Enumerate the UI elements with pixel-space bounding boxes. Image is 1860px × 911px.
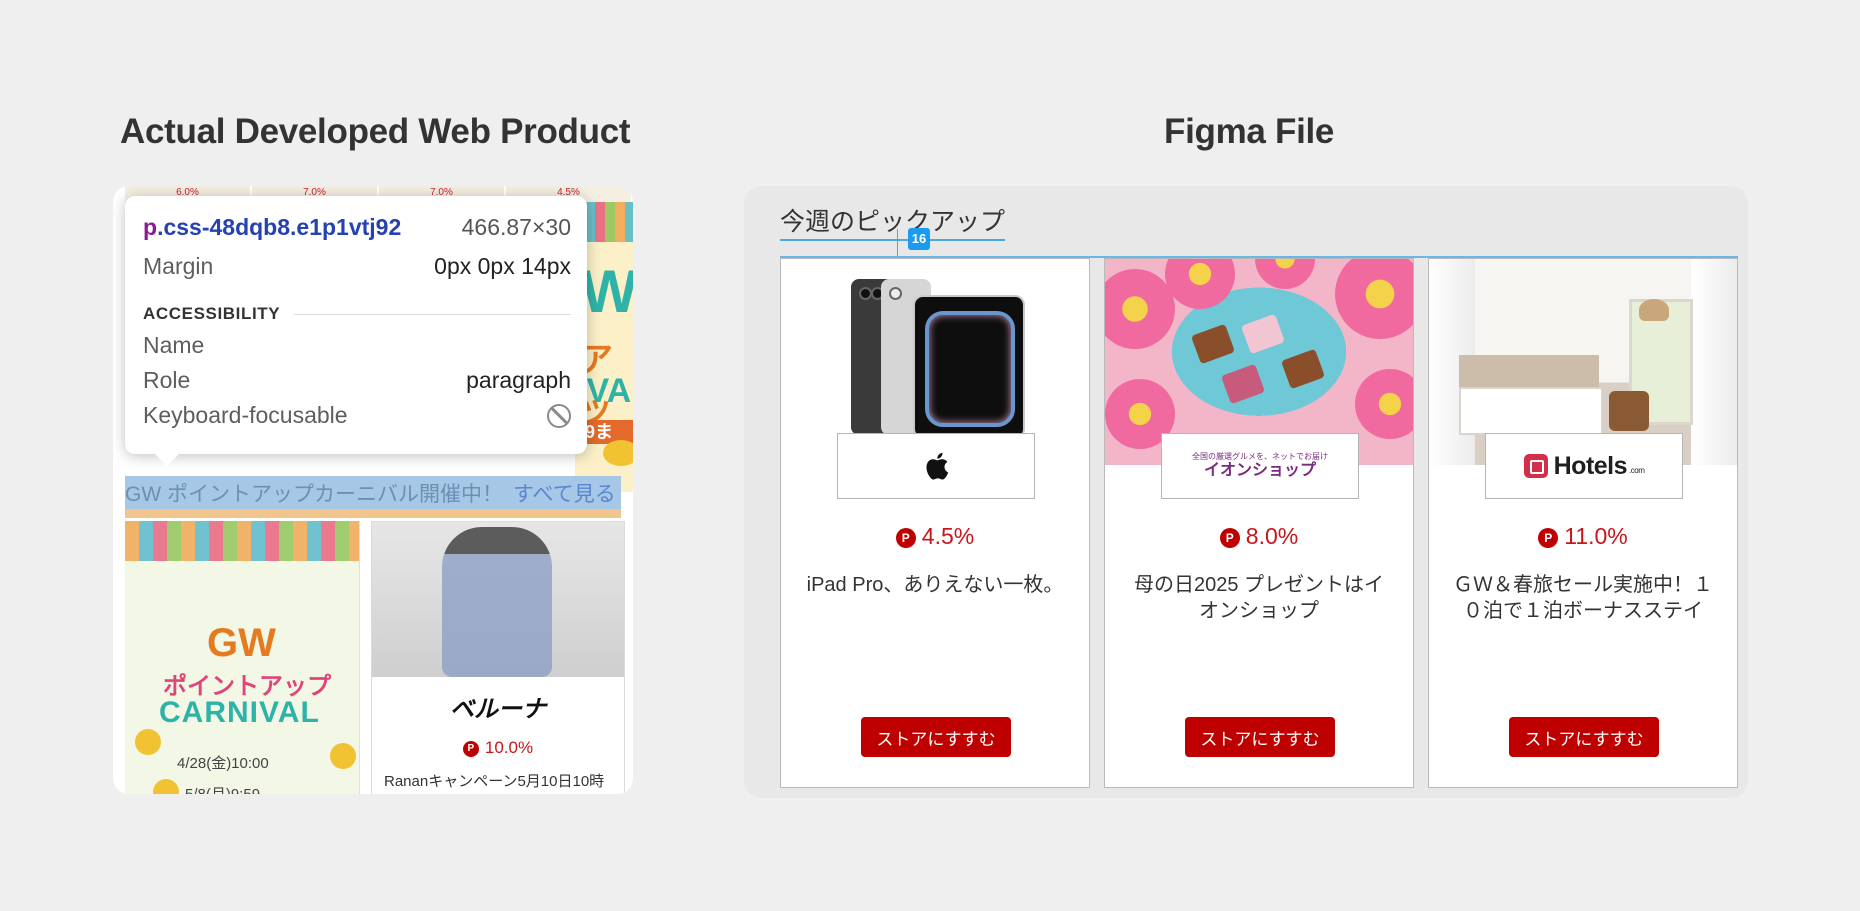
store-description: 母の日2025 プレゼントはイオンショップ [1133, 574, 1385, 622]
accessibility-heading: ACCESSIBILITY [143, 304, 281, 323]
chocolate-decoration [1220, 363, 1266, 405]
element-class: .css-48dqb8.e1p1vtj92 [157, 214, 402, 240]
aeon-shop-logo: 全国の厳選グルメを、ネットでお届け イオンショップ [1192, 451, 1328, 479]
coin-icon [603, 440, 633, 466]
banner-start-date: 4/28(金)10:00 [177, 755, 269, 772]
tooltip-arrow [155, 454, 179, 466]
flower-decoration [1105, 269, 1175, 349]
point-badge-icon: P [895, 527, 916, 548]
point-rate: P 10.0% [372, 738, 624, 758]
store-card-hotels[interactable]: Hotels .com P 11.0% ＧＷ＆春旅セール実施中！１０泊で１泊ボーナ… [1428, 258, 1738, 788]
point-rate-value: 8.0% [1245, 523, 1299, 549]
section-title: 今週のピックアップ [780, 202, 1006, 241]
point-rate: P 4.5% [781, 523, 1089, 550]
store-logo-box: 全国の厳選グルメを、ネットでお届け イオンショップ [1161, 433, 1359, 499]
lamp-decoration [1639, 299, 1669, 321]
see-all-link[interactable]: すべて見る [513, 478, 616, 508]
model-figure [442, 527, 552, 677]
go-to-store-button[interactable]: ストアにすすむ [861, 717, 1011, 757]
belluna-logo: ベルーナ [450, 696, 546, 723]
element-selector: p.css-48dqb8.e1p1vtj92 [143, 214, 401, 241]
store-description: Rananキャンペーン5月10日10時 [384, 773, 605, 790]
store-description: ＧＷ＆春旅セール実施中！１０泊で１泊ボーナスステイ [1453, 574, 1713, 622]
highlighted-paragraph[interactable]: GW ポイントアップカーニバル開催中！ すべて見る [125, 476, 621, 518]
gw-carnival-banner[interactable]: GW ポイントアップ CARNIVAL 4/28(金)10:00 5/8(月)9… [125, 521, 360, 794]
ipad-screen [913, 295, 1025, 439]
banner-gw-text: GW [207, 621, 276, 665]
flower-decoration [1165, 259, 1235, 309]
coin-icon [330, 743, 356, 769]
campaign-heading-text: GW ポイントアップカーニバル開催中！ [125, 482, 503, 506]
chair-decoration [1609, 391, 1649, 431]
figma-file-panel: 今週のピックアップ 16 P 4.5% iPad Pro、ありえない一枚。 ストア… [744, 186, 1748, 798]
bunting-decoration [125, 521, 359, 561]
hotels-com-logo: Hotels .com [1523, 451, 1645, 481]
go-to-store-button[interactable]: ストアにすすむ [1185, 717, 1335, 757]
chocolate-decoration [1280, 348, 1326, 390]
tooltip-role-row: Role paragraph [143, 367, 571, 394]
chocolate-decoration [1190, 323, 1236, 365]
screen-glow [925, 311, 1015, 427]
aeon-logo-tagline: 全国の厳選グルメを、ネットでお届け [1192, 451, 1328, 461]
point-rate: P 11.0% [1429, 523, 1737, 550]
aeon-logo-text: イオンショップ [1203, 461, 1316, 479]
belluna-store-card[interactable]: ベルーナ P 10.0% Rananキャンペーン5月10日10時 [371, 521, 625, 794]
flower-decoration [1355, 369, 1413, 439]
point-rate-value: 10.0% [484, 738, 534, 757]
developed-product-panel: 6.0% 7.0% 7.0% 4.5% W アッ IVA 59ま GW ポイント… [113, 186, 633, 794]
keyboard-focusable-label: Keyboard-focusable [143, 402, 348, 428]
flower-decoration [1255, 259, 1315, 289]
curtain-decoration [1691, 259, 1737, 465]
element-tag: p [143, 214, 158, 240]
coin-icon [135, 729, 161, 755]
bed-decoration [1459, 387, 1603, 435]
point-rate-value: 4.5% [921, 523, 975, 549]
headboard-decoration [1459, 355, 1599, 389]
point-badge-icon: P [1219, 527, 1240, 548]
flower-decoration [1335, 259, 1413, 339]
hotels-logo-suffix: .com [1629, 465, 1645, 475]
section-divider [294, 313, 571, 315]
role-label: Role [143, 367, 191, 393]
camera-icon [889, 287, 902, 300]
point-rate-value: 11.0% [1564, 523, 1628, 549]
left-heading: Actual Developed Web Product [120, 112, 631, 151]
store-card-apple[interactable]: P 4.5% iPad Pro、ありえない一枚。 ストアにすすむ [780, 258, 1090, 788]
accessibility-section: ACCESSIBILITY [143, 304, 571, 324]
tooltip-margin-row: Margin 0px 0px 14px [143, 253, 571, 280]
element-size: 466.87×30 [461, 214, 571, 240]
point-rate: P 8.0% [1105, 523, 1413, 550]
go-to-store-button[interactable]: ストアにすすむ [1509, 717, 1659, 757]
role-value: paragraph [466, 367, 571, 393]
tooltip-focus-row: Keyboard-focusable [143, 402, 571, 429]
tooltip-name-row: Name [143, 332, 571, 359]
store-description: iPad Pro、ありえない一枚。 [806, 574, 1064, 596]
point-badge-icon: P [462, 740, 479, 757]
spacing-badge: 16 [908, 228, 930, 250]
store-logo-box [837, 433, 1035, 499]
point-badge-icon: P [1538, 527, 1559, 548]
margin-label: Margin [143, 253, 214, 279]
model-photo [372, 522, 624, 677]
devtools-inspect-tooltip: p.css-48dqb8.e1p1vtj92 466.87×30 Margin … [125, 196, 587, 466]
chocolate-decoration [1240, 313, 1286, 355]
store-logo-box: Hotels .com [1485, 433, 1683, 499]
not-allowed-icon [547, 403, 571, 428]
side-banner-text: W [581, 258, 633, 325]
name-label: Name [143, 332, 205, 358]
banner-carnival-text: CARNIVAL [159, 696, 320, 729]
banner-end-date: 5/8(月)9:59 [185, 783, 260, 794]
margin-value: 0px 0px 14px [434, 253, 571, 279]
hotels-mark-icon [1523, 454, 1548, 478]
right-heading: Figma File [1164, 112, 1335, 151]
tooltip-selector-row: p.css-48dqb8.e1p1vtj92 466.87×30 [143, 214, 571, 241]
hotels-logo-text: Hotels [1553, 451, 1628, 480]
apple-logo-icon [926, 452, 949, 480]
store-card-aeon[interactable]: 全国の厳選グルメを、ネットでお届け イオンショップ P 8.0% 母の日2025 … [1104, 258, 1414, 788]
spacing-measure-line [897, 229, 898, 259]
coin-icon [153, 779, 179, 794]
